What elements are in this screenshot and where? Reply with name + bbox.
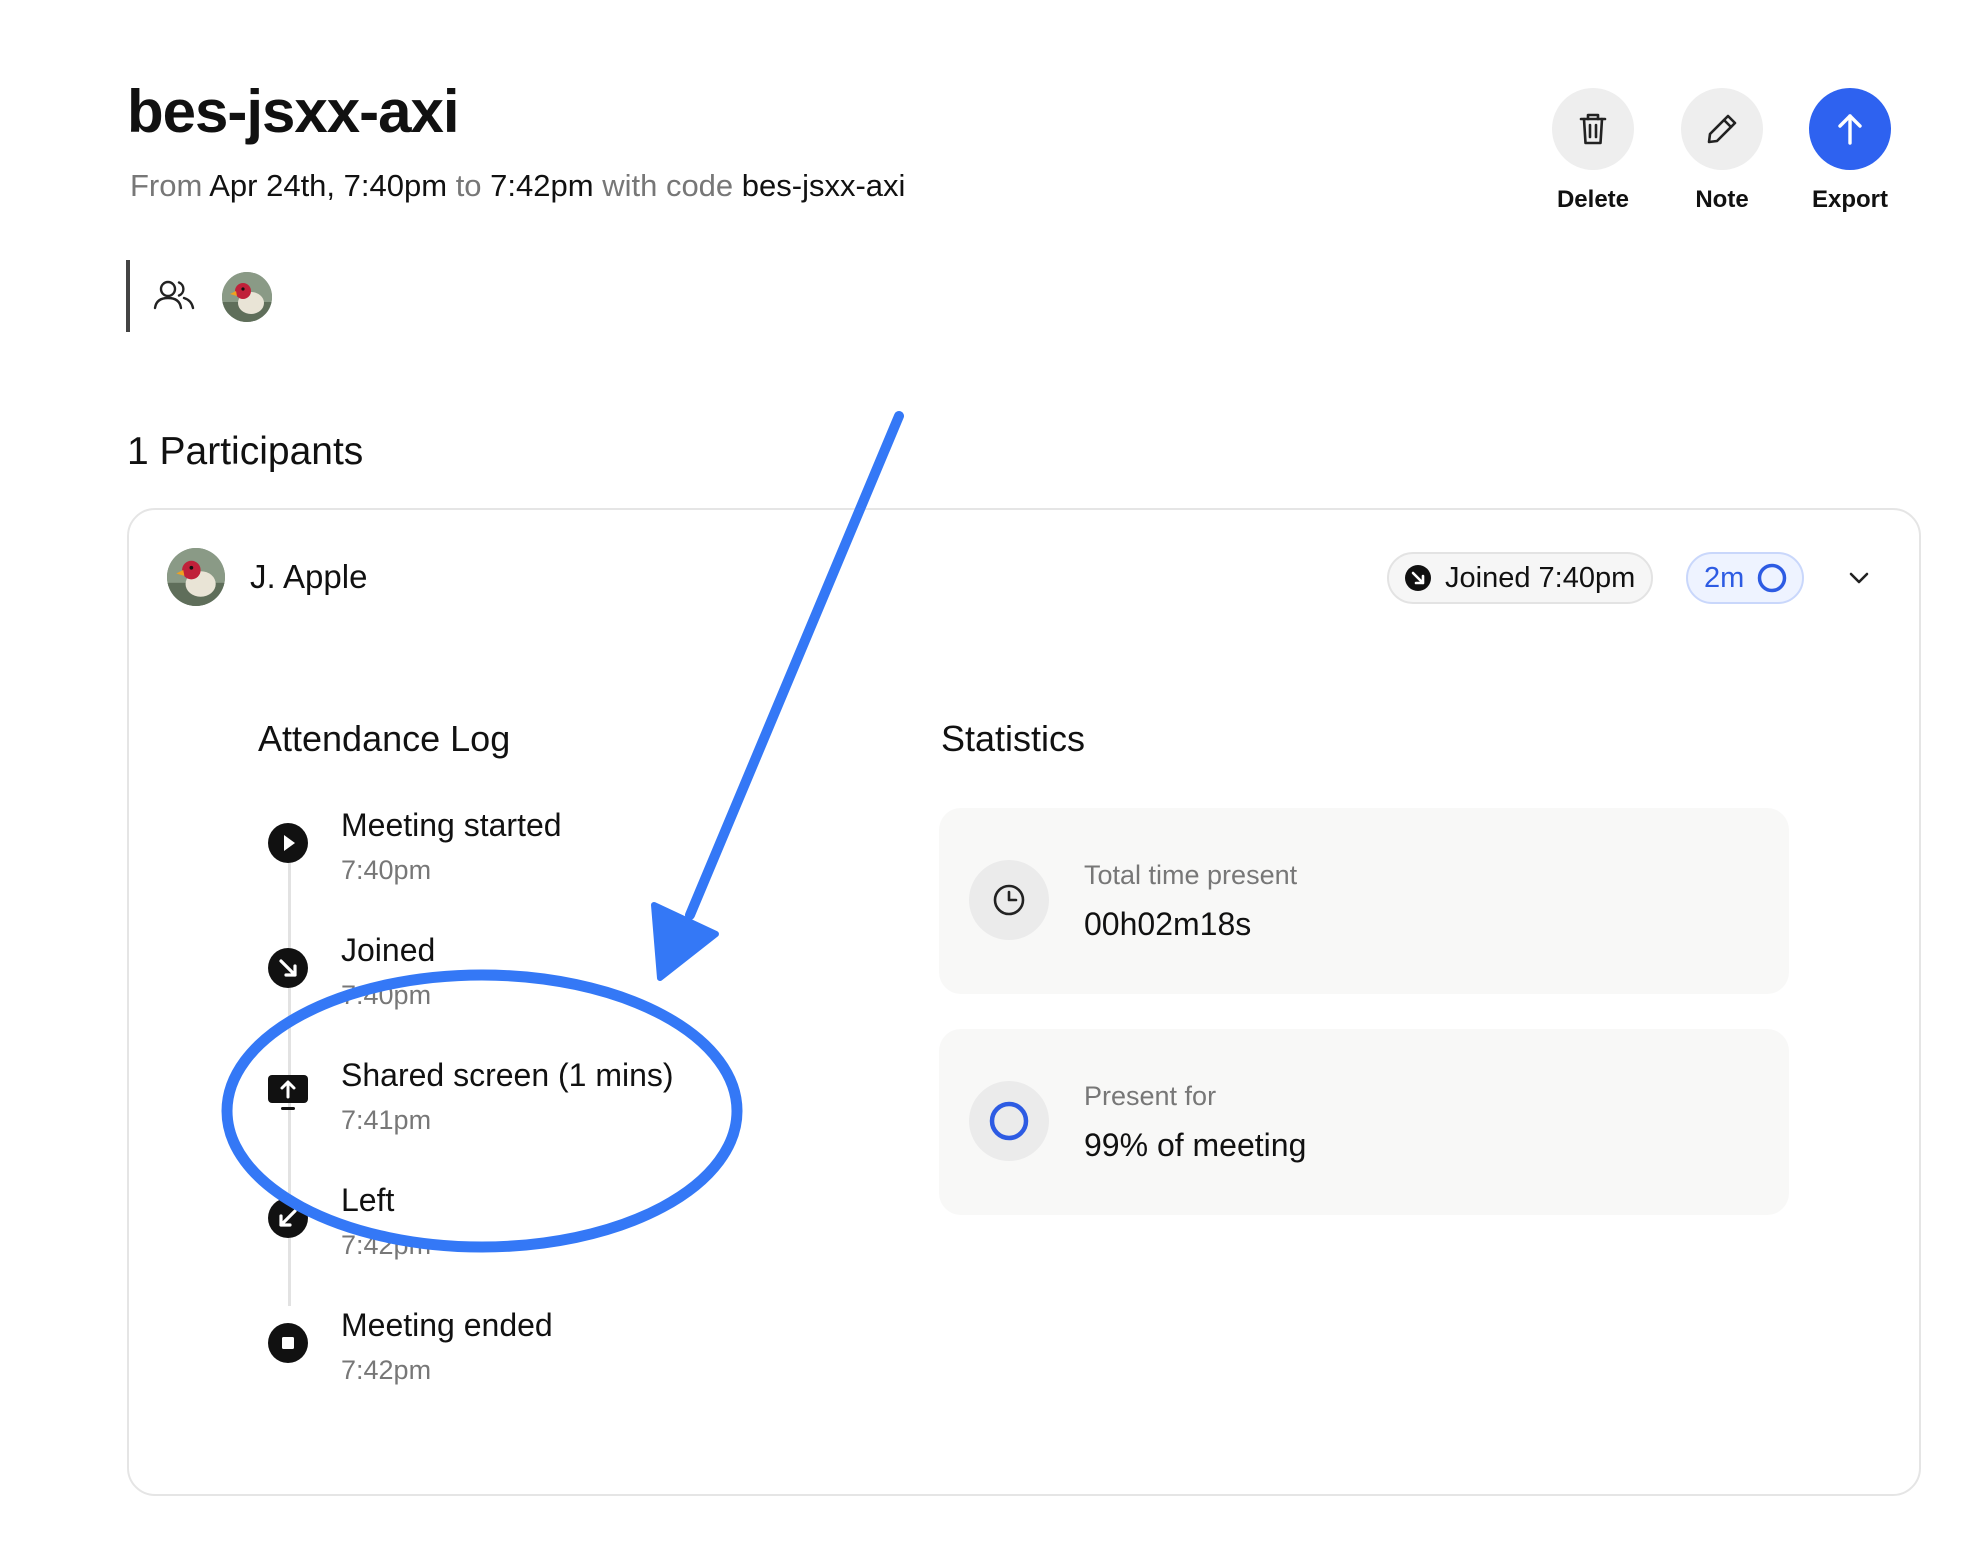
trash-icon xyxy=(1579,113,1607,145)
log-item-time: 7:40pm xyxy=(341,980,432,1010)
export-button-circle[interactable] xyxy=(1809,88,1891,170)
joined-arrow-icon xyxy=(268,948,308,988)
participant-avatar-small[interactable] xyxy=(222,272,272,322)
joined-badge: Joined 7:40pm xyxy=(1387,552,1654,604)
log-item-label: Meeting ended xyxy=(341,1307,553,1343)
subtitle-to: to xyxy=(455,168,482,203)
attendance-log-title: Attendance Log xyxy=(258,718,511,759)
note-label: Note xyxy=(1695,186,1749,213)
log-item-label: Meeting started xyxy=(341,807,562,843)
left-arrow-icon xyxy=(268,1198,308,1238)
participants-strip-divider xyxy=(126,260,130,332)
meeting-title: bes-jsxx-axi xyxy=(127,78,460,145)
duration-badge-text: 2m xyxy=(1704,561,1745,594)
participant-name: J. Apple xyxy=(250,558,368,595)
log-item-label: Shared screen (1 mins) xyxy=(341,1057,674,1093)
subtitle-code: bes-jsxx-axi xyxy=(741,168,906,203)
log-item-label: Left xyxy=(341,1182,395,1218)
subtitle-start: Apr 24th, 7:40pm xyxy=(209,168,448,203)
delete-label: Delete xyxy=(1556,186,1630,213)
log-item-label: Joined xyxy=(341,932,436,968)
progress-ring-icon xyxy=(989,1101,1029,1141)
total-time-value: 00h02m18s xyxy=(1084,906,1252,942)
statistics-title: Statistics xyxy=(941,718,1086,759)
pencil-icon xyxy=(1707,114,1737,144)
subtitle-code-prefix: with code xyxy=(602,168,734,203)
participants-count-title: 1 Participants xyxy=(127,430,364,473)
progress-ring-wrapper xyxy=(969,1081,1049,1161)
total-time-card: Total time present 00h02m18s xyxy=(939,808,1789,994)
participant-avatar xyxy=(167,548,225,606)
arrow-up-icon xyxy=(1838,114,1862,145)
joined-badge-text: Joined 7:40pm xyxy=(1445,561,1636,594)
subtitle-from: From xyxy=(130,168,203,203)
present-for-value: 99% of meeting xyxy=(1084,1127,1307,1163)
joined-arrow-icon xyxy=(1405,565,1431,591)
log-item-time: 7:42pm xyxy=(341,1230,432,1260)
export-label: Export xyxy=(1811,186,1888,213)
chevron-down-icon[interactable] xyxy=(1846,565,1872,591)
log-item-time: 7:41pm xyxy=(341,1105,432,1135)
note-button-circle[interactable] xyxy=(1681,88,1763,170)
clock-icon-wrapper xyxy=(969,860,1049,940)
total-time-label: Total time present xyxy=(1084,860,1298,890)
progress-ring-icon xyxy=(1758,563,1787,593)
bird-avatar-image xyxy=(167,548,225,606)
play-icon xyxy=(268,823,308,863)
log-item-time: 7:40pm xyxy=(341,855,432,885)
stop-icon xyxy=(268,1323,308,1363)
delete-button[interactable]: Delete xyxy=(1543,88,1643,214)
duration-badge: 2m xyxy=(1686,552,1805,604)
delete-button-circle[interactable] xyxy=(1552,88,1634,170)
present-for-label: Present for xyxy=(1084,1081,1217,1111)
subtitle-end: 7:42pm xyxy=(490,168,594,203)
present-for-card: Present for 99% of meeting xyxy=(939,1029,1789,1215)
clock-icon xyxy=(993,884,1025,916)
screen-share-icon xyxy=(268,1075,308,1110)
log-item-time: 7:42pm xyxy=(341,1355,432,1385)
participants-icon[interactable] xyxy=(153,278,197,312)
note-button[interactable]: Note xyxy=(1672,88,1772,214)
bird-avatar-image xyxy=(222,272,272,322)
meeting-subtitle: From Apr 24th, 7:40pm to 7:42pm with cod… xyxy=(130,166,905,206)
export-button[interactable]: Export xyxy=(1800,88,1900,214)
